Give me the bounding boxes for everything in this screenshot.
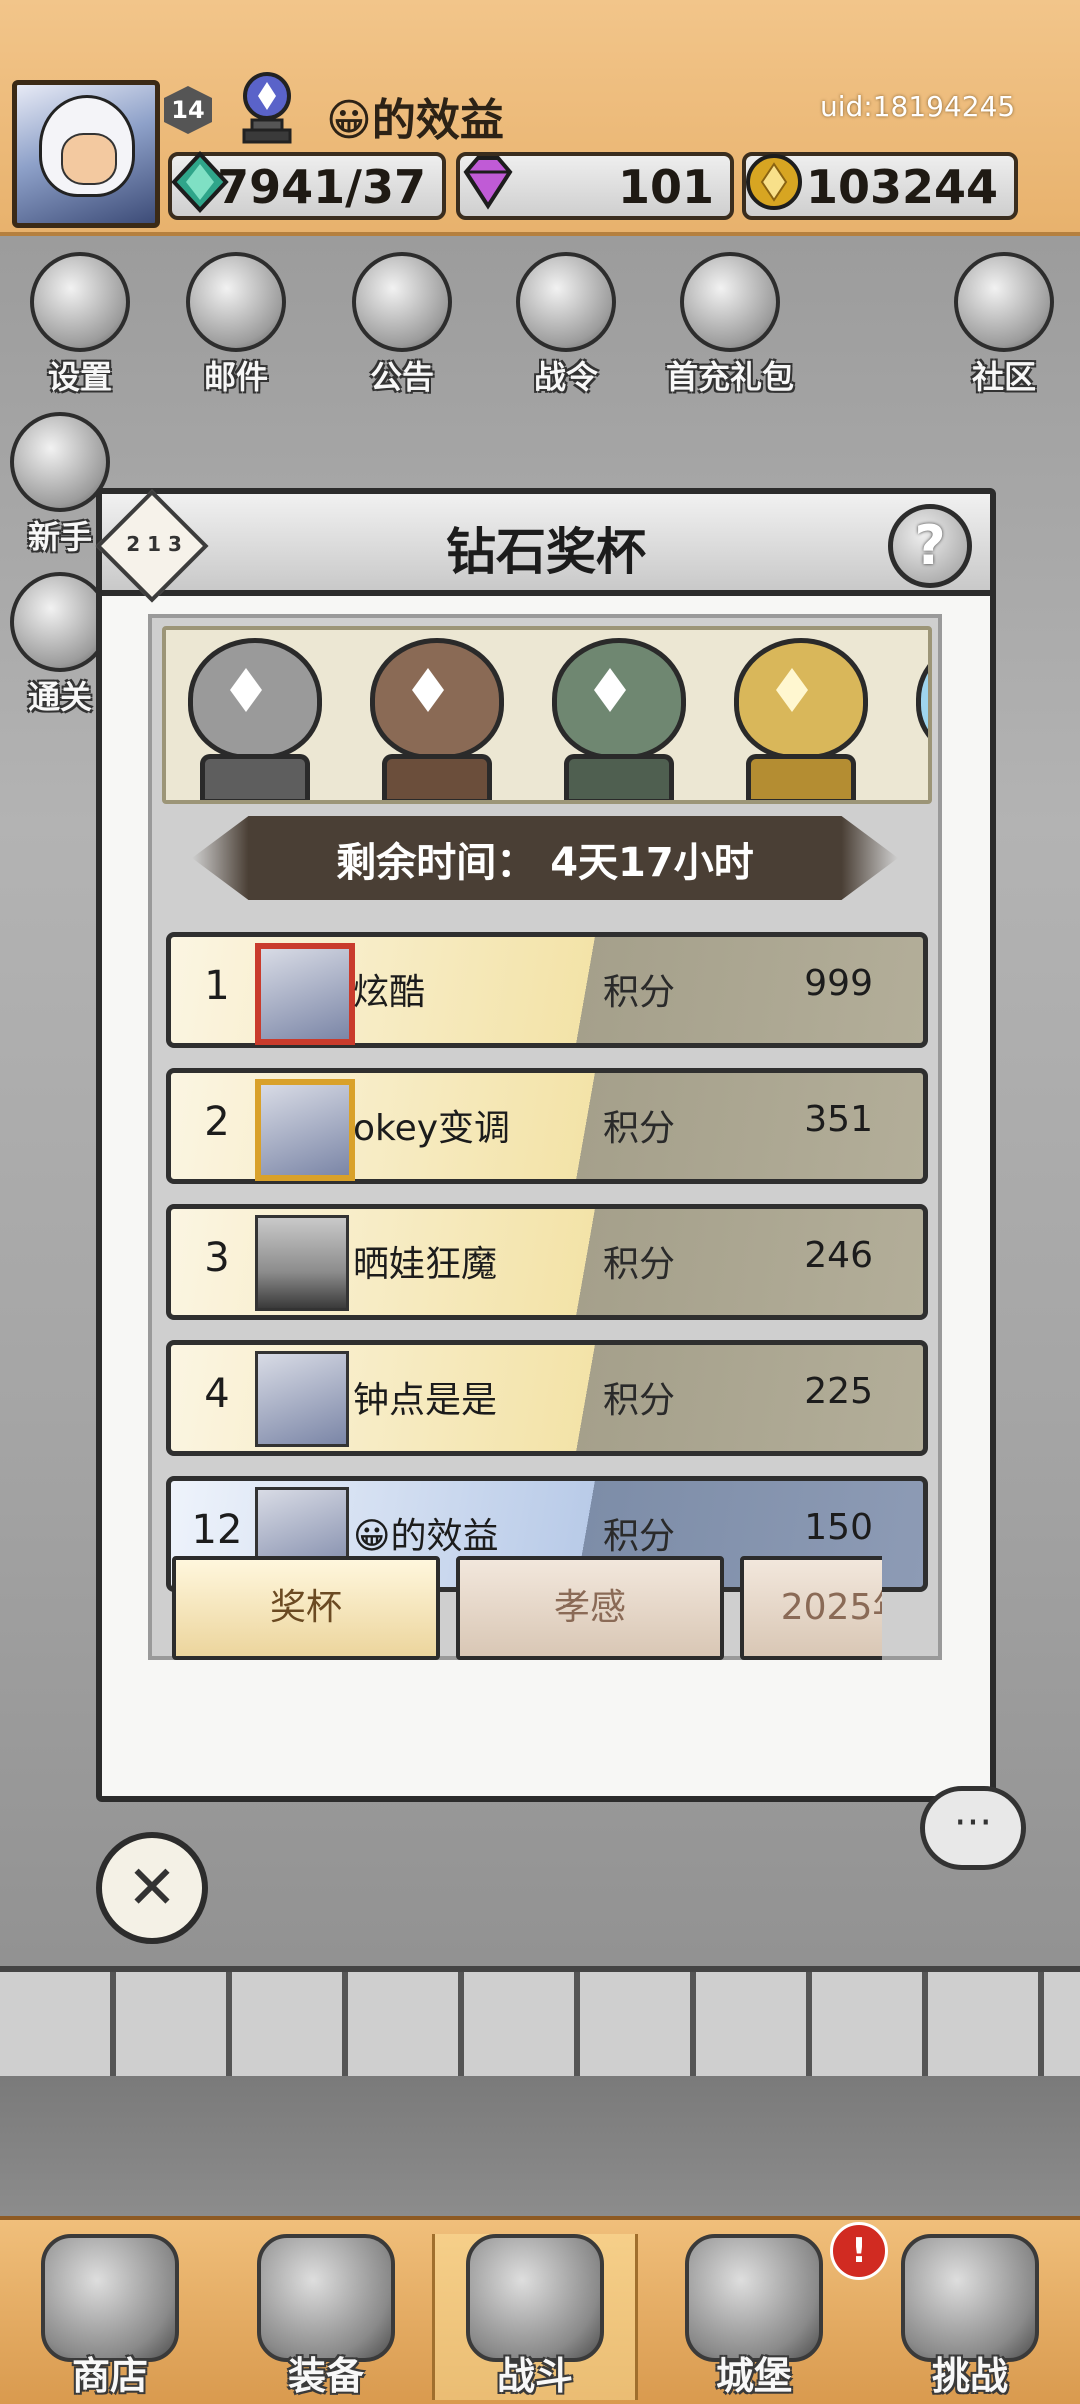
- leaderboard-panel: 剩余时间： 4天17小时 1 炫酷 积分 999 2 okey变调 积分 351…: [148, 614, 942, 1660]
- stamina-counter[interactable]: 7941/37: [168, 151, 446, 220]
- modal-tabs: 奖杯 孝感 2025年8月: [122, 1556, 882, 1662]
- nav-shop[interactable]: 商店: [10, 2234, 210, 2400]
- coin-icon: [746, 154, 802, 210]
- help-button[interactable]: ?: [888, 504, 972, 588]
- modal-header: 2 1 3 钻石奖杯 ?: [95, 489, 990, 603]
- leaderboard-row[interactable]: 2 okey变调 积分 351: [166, 1068, 928, 1184]
- menu-battle-pass[interactable]: 战令: [506, 252, 626, 398]
- avatar: [255, 1079, 355, 1181]
- player-avatar[interactable]: [12, 80, 160, 228]
- bronze-trophy-icon: [362, 638, 504, 800]
- gift-bag-icon: [680, 252, 780, 352]
- diamond-icon: [463, 156, 513, 210]
- nav-battle[interactable]: 战斗: [432, 2234, 638, 2400]
- bag-icon: [10, 572, 110, 672]
- gem-value: 101: [617, 160, 714, 214]
- avatar: [255, 1215, 349, 1311]
- gear-icon: [30, 252, 130, 352]
- menu-mail[interactable]: 邮件: [176, 252, 296, 398]
- diamond-trophy-modal: 2 1 3 钻石奖杯 ? 剩余时间： 4天17小时 1 炫酷 积分 999 2 …: [95, 488, 996, 1802]
- battle-pass-icon: [516, 252, 616, 352]
- close-button[interactable]: ✕: [96, 1832, 208, 1944]
- nav-challenge[interactable]: 挑战: [870, 2234, 1070, 2400]
- jade-trophy-icon: [544, 638, 686, 800]
- chat-icon[interactable]: ···: [920, 1786, 1026, 1870]
- backpack-icon: [257, 2234, 395, 2362]
- avatar: [255, 943, 355, 1045]
- bag-icon: [10, 412, 110, 512]
- modal-title: 钻石奖杯: [446, 523, 646, 581]
- menu-settings[interactable]: 设置: [20, 252, 140, 398]
- stamina-value: 7941/37: [217, 160, 426, 214]
- tab-trophy[interactable]: 奖杯: [172, 1556, 440, 1660]
- tab-xiaogan[interactable]: 孝感: [456, 1556, 724, 1660]
- castle-alert-badge: !: [830, 2222, 888, 2280]
- shop-icon: [41, 2234, 179, 2362]
- leaderboard-row[interactable]: 1 炫酷 积分 999: [166, 932, 928, 1048]
- menu-community[interactable]: 社区: [944, 252, 1064, 398]
- nav-equipment[interactable]: 装备: [226, 2234, 426, 2400]
- avatar-face: [61, 133, 117, 185]
- leaderboard-row[interactable]: 3 晒娃狂魔 积分 246: [166, 1204, 928, 1320]
- menu-first-recharge[interactable]: 首充礼包: [650, 252, 810, 398]
- avatar: [255, 1351, 349, 1447]
- diamond-trophy-icon: [908, 638, 928, 794]
- menu-announcement[interactable]: 公告: [342, 252, 462, 398]
- scroll-icon: [352, 252, 452, 352]
- mail-icon: [186, 252, 286, 352]
- leaderboard-row[interactable]: 4 钟点是是 积分 225: [166, 1340, 928, 1456]
- nav-castle[interactable]: 城堡: [654, 2234, 854, 2400]
- bottom-nav: 商店 装备 战斗 城堡 挑战: [0, 2216, 1080, 2404]
- silver-trophy-icon: [180, 638, 322, 800]
- castle-icon: [685, 2234, 823, 2362]
- crossed-swords-icon: [466, 2234, 604, 2362]
- rank-trophy-icon[interactable]: [232, 70, 302, 146]
- shield-icon: [901, 2234, 1039, 2362]
- remaining-time: 剩余时间： 4天17小时: [336, 840, 754, 886]
- tab-2025-aug[interactable]: 2025年8月: [740, 1556, 882, 1660]
- remaining-time-banner: 剩余时间： 4天17小时: [192, 816, 898, 900]
- coin-counter[interactable]: 103244: [742, 152, 1018, 220]
- ground: [0, 2076, 1080, 2216]
- player-uid: uid:18194245: [820, 90, 1016, 123]
- stone-wall: [0, 1966, 1080, 2088]
- coin-value: 103244: [805, 160, 998, 214]
- gold-trophy-icon: [726, 638, 868, 800]
- trophy-tiers[interactable]: [162, 626, 932, 804]
- player-name: 😀的效益: [326, 95, 504, 146]
- gem-counter[interactable]: 101: [456, 152, 734, 220]
- home-icon: [954, 252, 1054, 352]
